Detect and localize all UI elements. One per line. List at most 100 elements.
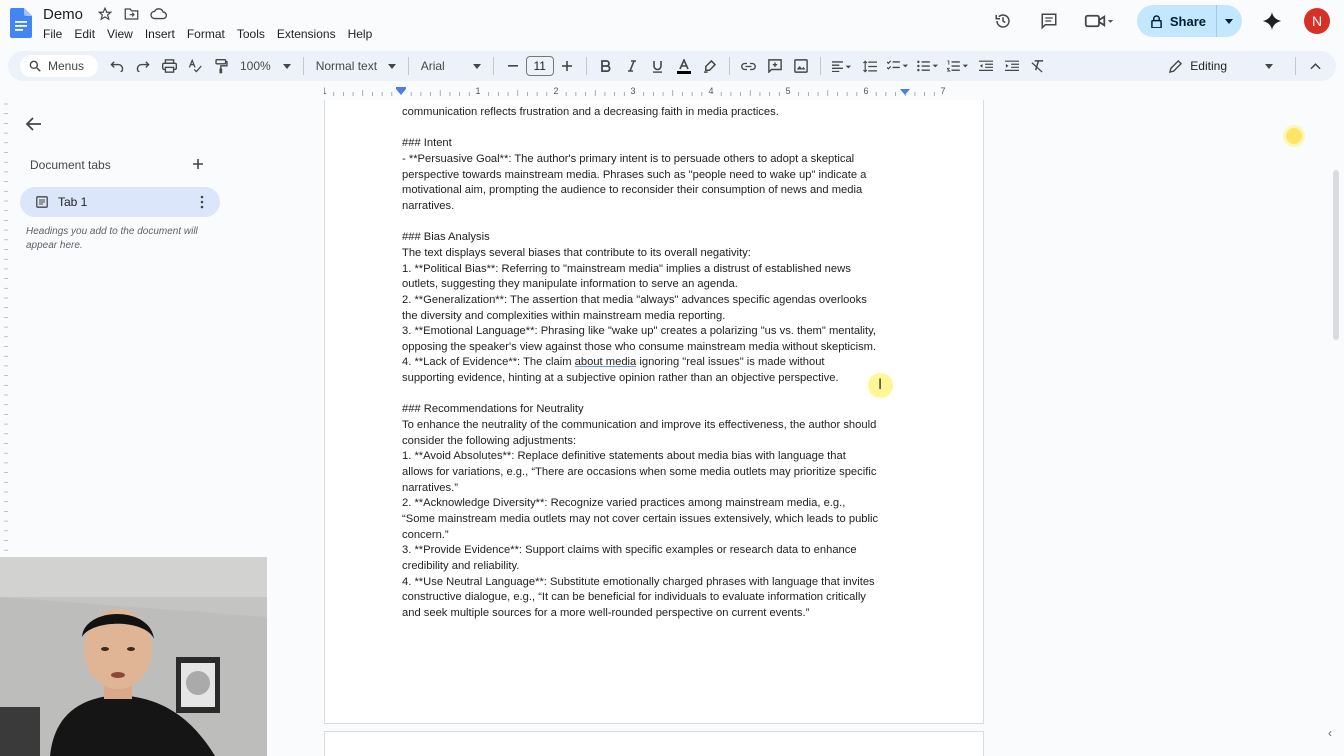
document-body[interactable]: communication reflects frustration and a… <box>402 105 912 622</box>
text-color-button[interactable] <box>671 53 697 79</box>
cloud-saved-icon[interactable] <box>150 7 168 25</box>
line-spacing-button[interactable] <box>857 53 883 79</box>
doc-line: narratives. <box>402 199 455 212</box>
italic-button[interactable] <box>619 53 645 79</box>
underline-icon <box>653 60 663 73</box>
redo-button[interactable] <box>130 53 156 79</box>
toolbar-divider <box>819 57 821 75</box>
bold-button[interactable] <box>593 53 619 79</box>
doc-line: narratives.” <box>402 481 458 494</box>
move-folder-icon[interactable] <box>124 7 142 25</box>
menu-format[interactable]: Format <box>187 27 225 41</box>
undo-button[interactable] <box>104 53 130 79</box>
numbered-list-button[interactable] <box>943 53 973 79</box>
menu-edit[interactable]: Edit <box>74 27 95 41</box>
title-bar: Demo File Edit View Insert Format Tools … <box>0 0 1344 48</box>
menus-search[interactable]: Menus <box>20 55 98 77</box>
paint-format-icon <box>214 58 228 73</box>
title-actions <box>97 6 168 25</box>
align-left-icon <box>831 60 851 72</box>
paint-format-button[interactable] <box>208 53 234 79</box>
doc-line: “Some mainstream media outlets may not c… <box>402 513 879 526</box>
horizontal-ruler[interactable]: 1 1 2 3 4 5 6 7 <box>324 86 984 100</box>
doc-line: - **Persuasive Goal**: The author's prim… <box>402 152 855 165</box>
menu-view[interactable]: View <box>107 27 133 41</box>
insert-image-button[interactable] <box>788 53 814 79</box>
vertical-ruler[interactable] <box>0 100 8 556</box>
print-button[interactable] <box>156 53 182 79</box>
share-button[interactable]: Share <box>1136 5 1242 37</box>
decrease-font-size-button[interactable] <box>500 53 526 79</box>
gemini-icon[interactable] <box>1256 5 1288 37</box>
avatar[interactable]: N <box>1304 8 1330 34</box>
chevron-left-icon[interactable]: ‹ <box>1328 726 1342 744</box>
more-vert-icon[interactable] <box>200 195 204 209</box>
menu-extensions[interactable]: Extensions <box>277 27 336 41</box>
font-select[interactable]: Arial <box>415 53 487 79</box>
left-indent-marker-icon[interactable] <box>396 89 406 95</box>
style-select[interactable]: Normal text <box>310 53 402 79</box>
decrease-indent-button[interactable] <box>973 53 999 79</box>
menu-help[interactable]: Help <box>348 27 373 41</box>
zoom-select[interactable]: 100% <box>234 53 297 79</box>
checklist-button[interactable] <box>883 53 913 79</box>
document-title[interactable]: Demo <box>43 6 83 23</box>
star-icon[interactable] <box>97 6 116 25</box>
italic-icon <box>627 60 636 72</box>
insert-link-button[interactable] <box>736 53 762 79</box>
pencil-icon <box>1169 59 1183 73</box>
hide-menus-button[interactable] <box>1302 53 1328 79</box>
editing-mode-select[interactable]: Editing <box>1159 53 1283 79</box>
font-size-input[interactable]: 11 <box>525 56 554 76</box>
meet-icon[interactable] <box>1079 5 1119 37</box>
redo-icon <box>136 61 150 72</box>
clear-formatting-button[interactable] <box>1025 53 1051 79</box>
increase-indent-button[interactable] <box>999 53 1025 79</box>
add-comment-icon <box>767 59 782 73</box>
doc-line: allows for variations, e.g., “There are … <box>402 466 877 479</box>
document-page-next[interactable] <box>324 731 984 756</box>
doc-line: 4. **Use Neutral Language**: Substitute … <box>402 575 875 588</box>
tab-1[interactable]: Tab 1 <box>20 187 220 217</box>
share-main[interactable]: Share <box>1137 5 1216 37</box>
add-tab-icon[interactable] <box>190 156 206 172</box>
align-button[interactable] <box>827 53 857 79</box>
lock-icon <box>1151 14 1162 28</box>
underline-button[interactable] <box>645 53 671 79</box>
doc-line: concern.” <box>402 528 449 541</box>
spellcheck-button[interactable] <box>182 53 208 79</box>
menu-file[interactable]: File <box>43 27 62 41</box>
doc-line: 4. **Lack of Evidence**: The claim about… <box>402 356 825 369</box>
add-comment-button[interactable] <box>762 53 788 79</box>
highlight-color-button[interactable] <box>697 53 723 79</box>
doc-line: 2. **Acknowledge Diversity**: Recognize … <box>402 497 846 510</box>
first-line-indent-marker-icon[interactable] <box>396 87 406 89</box>
menu-tools[interactable]: Tools <box>237 27 265 41</box>
menu-insert[interactable]: Insert <box>145 27 175 41</box>
increase-font-size-button[interactable] <box>554 53 580 79</box>
increase-indent-icon <box>1004 60 1019 71</box>
doc-line: consider the following adjustments: <box>402 434 577 447</box>
caret-down-icon <box>282 63 291 69</box>
clear-formatting-icon <box>1031 59 1044 73</box>
style-value: Normal text <box>315 59 378 73</box>
comments-icon[interactable] <box>1033 5 1065 37</box>
vertical-scrollbar[interactable] <box>1333 170 1339 340</box>
spelling-suggestion-underline[interactable]: about media <box>575 356 637 368</box>
version-history-icon[interactable] <box>987 5 1019 37</box>
bulleted-list-button[interactable] <box>913 53 943 79</box>
docs-logo-icon[interactable] <box>10 8 32 38</box>
back-arrow-icon[interactable] <box>24 114 44 134</box>
doc-line: perspective towards mainstream media. Ph… <box>402 168 867 181</box>
share-label: Share <box>1169 13 1206 29</box>
caret-down-icon <box>387 63 396 69</box>
right-indent-marker-icon[interactable] <box>900 89 910 95</box>
tab-1-label: Tab 1 <box>58 195 88 209</box>
toolbar-divider <box>492 57 494 75</box>
caret-down-icon <box>1265 63 1273 69</box>
toolbar-divider <box>302 57 304 75</box>
search-icon <box>29 60 41 72</box>
numbered-list-icon <box>946 60 968 72</box>
ruler-number: 4 <box>708 86 713 96</box>
share-dropdown[interactable] <box>1216 5 1242 37</box>
